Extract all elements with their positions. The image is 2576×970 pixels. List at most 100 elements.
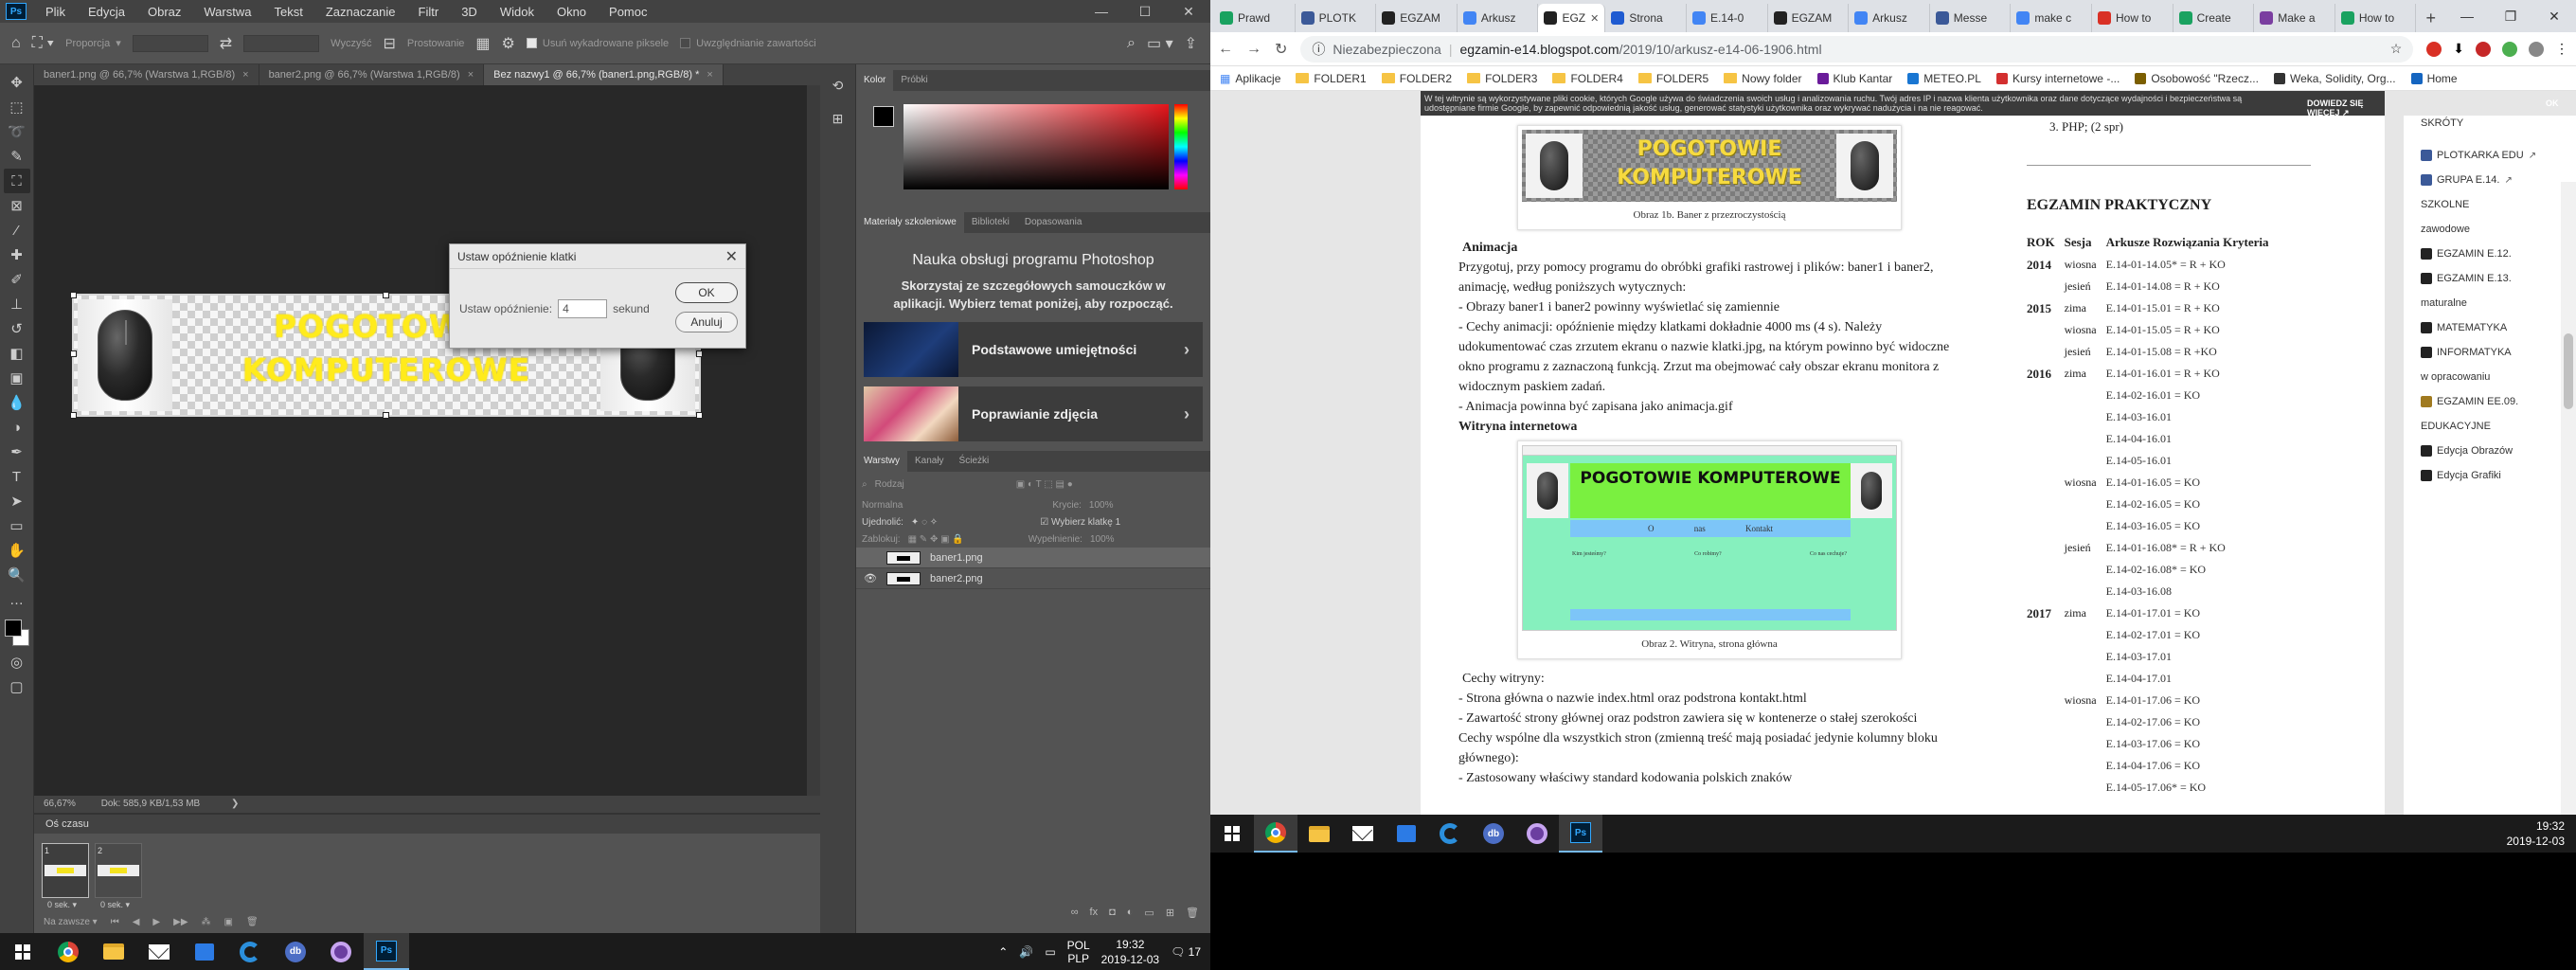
notifications-icon[interactable]: 🗨 17 <box>1171 945 1201 959</box>
menu-tekst[interactable]: Tekst <box>262 5 313 19</box>
extension-icon[interactable] <box>2426 41 2442 57</box>
learn-card-basics[interactable]: Podstawowe umiejętności › <box>864 322 1203 377</box>
scrollbar-thumb[interactable] <box>2564 333 2573 409</box>
sheet-link[interactable]: E.14-03-17.01 <box>2106 650 2279 672</box>
doc-tab-untitled[interactable]: Bez nazwy1 @ 66,7% (baner1.png,RGB/8) * × <box>484 64 724 85</box>
healing-brush-icon[interactable]: ✚ <box>4 242 30 267</box>
bookmark-item[interactable]: ▦ Aplikacje <box>1220 72 1280 85</box>
bookmark-item[interactable]: Kursy internetowe -... <box>1995 72 2120 85</box>
crop-handle[interactable] <box>696 412 703 419</box>
quick-select-icon[interactable]: ✎ <box>4 144 30 169</box>
history-icon[interactable]: ⟲ <box>832 78 844 94</box>
eraser-tool-icon[interactable]: ◧ <box>4 341 30 366</box>
sheet-link[interactable]: E.14-05-17.06* = KO <box>2106 781 2279 802</box>
new-tab-icon[interactable]: + <box>2416 4 2445 32</box>
sheet-link[interactable]: E.14-01-16.05 = KO <box>2106 476 2279 497</box>
menu-edycja[interactable]: Edycja <box>77 5 136 19</box>
shortcut-item[interactable]: MATEMATYKA <box>2421 322 2507 333</box>
canvas-area[interactable] <box>34 85 807 796</box>
path-select-icon[interactable]: ➤ <box>4 489 30 513</box>
sheet-link[interactable]: E.14-01-17.06 = KO <box>2106 693 2279 715</box>
frame-1[interactable]: 1 <box>42 843 89 898</box>
browser-tab[interactable]: EGZAM <box>1768 4 1850 32</box>
brush-tool-icon[interactable]: ✐ <box>4 267 30 292</box>
hand-tool-icon[interactable]: ✋ <box>4 538 30 563</box>
width-field[interactable] <box>132 34 208 52</box>
canvas-scrollbar[interactable] <box>807 85 820 796</box>
close-tab-icon[interactable]: × <box>242 69 248 81</box>
propagate-checkbox[interactable]: ☑ Wybierz klatkę 1 <box>1040 517 1120 528</box>
proportion-select[interactable]: Proporcja ▾ <box>65 37 121 50</box>
play-icon[interactable]: ▶ <box>152 917 160 927</box>
new-layer-icon[interactable]: ⊞ <box>1166 907 1174 919</box>
mask-icon[interactable]: ◘ <box>1109 907 1116 919</box>
minimize-icon[interactable]: — <box>2445 9 2489 24</box>
crop-handle[interactable] <box>383 292 389 298</box>
more-tools-icon[interactable]: … <box>4 587 30 612</box>
opacity-input[interactable]: 100% <box>1089 500 1114 511</box>
next-frame-icon[interactable]: ▶▶ <box>173 917 188 927</box>
crop-handle[interactable] <box>383 412 389 419</box>
sheet-link[interactable]: E.14-01-17.01 = KO <box>2106 606 2279 628</box>
browser-tab[interactable]: Messe <box>1930 4 2012 32</box>
shortcut-item[interactable]: INFORMATYKA <box>2421 347 2512 358</box>
browser-tab[interactable]: How to <box>2335 4 2417 32</box>
browser-tab[interactable]: Make a <box>2254 4 2335 32</box>
menu-widok[interactable]: Widok <box>489 5 546 19</box>
learn-card-photo[interactable]: Poprawianie zdjęcia › <box>864 386 1203 441</box>
tab-libraries[interactable]: Biblioteki <box>964 212 1017 233</box>
sheet-link[interactable]: E.14-04-17.06 = KO <box>2106 759 2279 781</box>
dodge-tool-icon[interactable]: ◑ <box>4 415 30 440</box>
sheet-link[interactable]: E.14-02-16.01 = KO <box>2106 388 2279 410</box>
learn-more-link[interactable]: DOWIEDZ SIĘ WIĘCEJ ↗ <box>2307 99 2385 117</box>
info-icon[interactable]: ⓘ <box>1312 40 1325 59</box>
eye-icon[interactable]: 👁 <box>864 572 877 584</box>
delete-layer-icon[interactable]: 🗑 <box>1186 907 1199 919</box>
straighten-icon[interactable]: ⊟ <box>383 34 395 53</box>
quick-mask-icon[interactable]: ◎ <box>4 650 30 674</box>
doc-tab-baner1[interactable]: baner1.png @ 66,7% (Warstwa 1,RGB/8) × <box>34 64 259 85</box>
taskbar-explorer[interactable] <box>1297 815 1341 853</box>
prev-frame-icon[interactable]: ◀ <box>133 917 140 927</box>
forward-icon[interactable]: → <box>1246 41 1261 58</box>
clear-button[interactable]: Wyczyść <box>331 38 371 49</box>
taskbar-clock[interactable]: 19:32 2019-12-03 <box>1101 937 1159 967</box>
cookie-ok-button[interactable]: OK <box>2546 99 2559 108</box>
screen-mode-icon[interactable]: ▢ <box>4 674 30 699</box>
taskbar-chrome[interactable] <box>45 933 91 970</box>
star-icon[interactable]: ☆ <box>2390 41 2403 57</box>
sheet-link[interactable]: E.14-04-16.01 <box>2106 432 2279 454</box>
close-icon[interactable]: ✕ <box>2532 9 2576 25</box>
menu-obraz[interactable]: Obraz <box>136 5 192 19</box>
browser-tab[interactable]: PLOTK <box>1296 4 1377 32</box>
tab-paths[interactable]: Ścieżki <box>952 451 997 472</box>
menu-filtr[interactable]: Filtr <box>407 5 451 19</box>
filter-icons[interactable]: ▣ ◐ T ⬚ ▤ ● <box>1016 479 1073 490</box>
tab-swatches[interactable]: Próbki <box>893 70 935 91</box>
extension-icon[interactable] <box>2476 41 2491 57</box>
frame-tool-icon[interactable]: ⊠ <box>4 193 30 218</box>
bookmark-item[interactable]: FOLDER2 <box>1381 72 1452 85</box>
language-indicator[interactable]: POL PLP <box>1067 939 1090 965</box>
delay-input[interactable]: 4 <box>558 299 608 318</box>
bookmark-item[interactable]: Weka, Solidity, Org... <box>2273 72 2396 85</box>
bookmark-item[interactable]: FOLDER5 <box>1637 72 1708 85</box>
search-icon[interactable]: ⌕ <box>1127 35 1136 52</box>
bookmark-item[interactable]: FOLDER3 <box>1467 72 1537 85</box>
blend-mode-select[interactable]: Normalna <box>862 500 903 511</box>
browser-tab[interactable]: Arkusz <box>1849 4 1930 32</box>
layer-item[interactable]: baner1.png <box>856 548 1210 568</box>
browser-tab[interactable]: make c <box>2011 4 2092 32</box>
network-icon[interactable]: ▭ <box>1045 945 1055 959</box>
taskbar-app[interactable] <box>318 933 364 970</box>
browser-tab[interactable]: E.14-0 <box>1687 4 1768 32</box>
doc-tab-baner2[interactable]: baner2.png @ 66,7% (Warstwa 1,RGB/8) × <box>259 64 485 85</box>
layer-item[interactable]: 👁 baner2.png <box>856 568 1210 589</box>
adjustment-icon[interactable]: ◐ <box>1127 907 1134 919</box>
close-icon[interactable]: ✕ <box>1167 4 1210 20</box>
marquee-tool-icon[interactable]: ⬚ <box>4 95 30 119</box>
shortcut-item[interactable]: Edycja Grafiki <box>2421 470 2501 481</box>
eyedropper-icon[interactable]: ⁄ <box>4 218 30 242</box>
close-tab-icon[interactable]: ✕ <box>1590 12 1599 25</box>
maximize-icon[interactable]: ☐ <box>1123 4 1167 20</box>
